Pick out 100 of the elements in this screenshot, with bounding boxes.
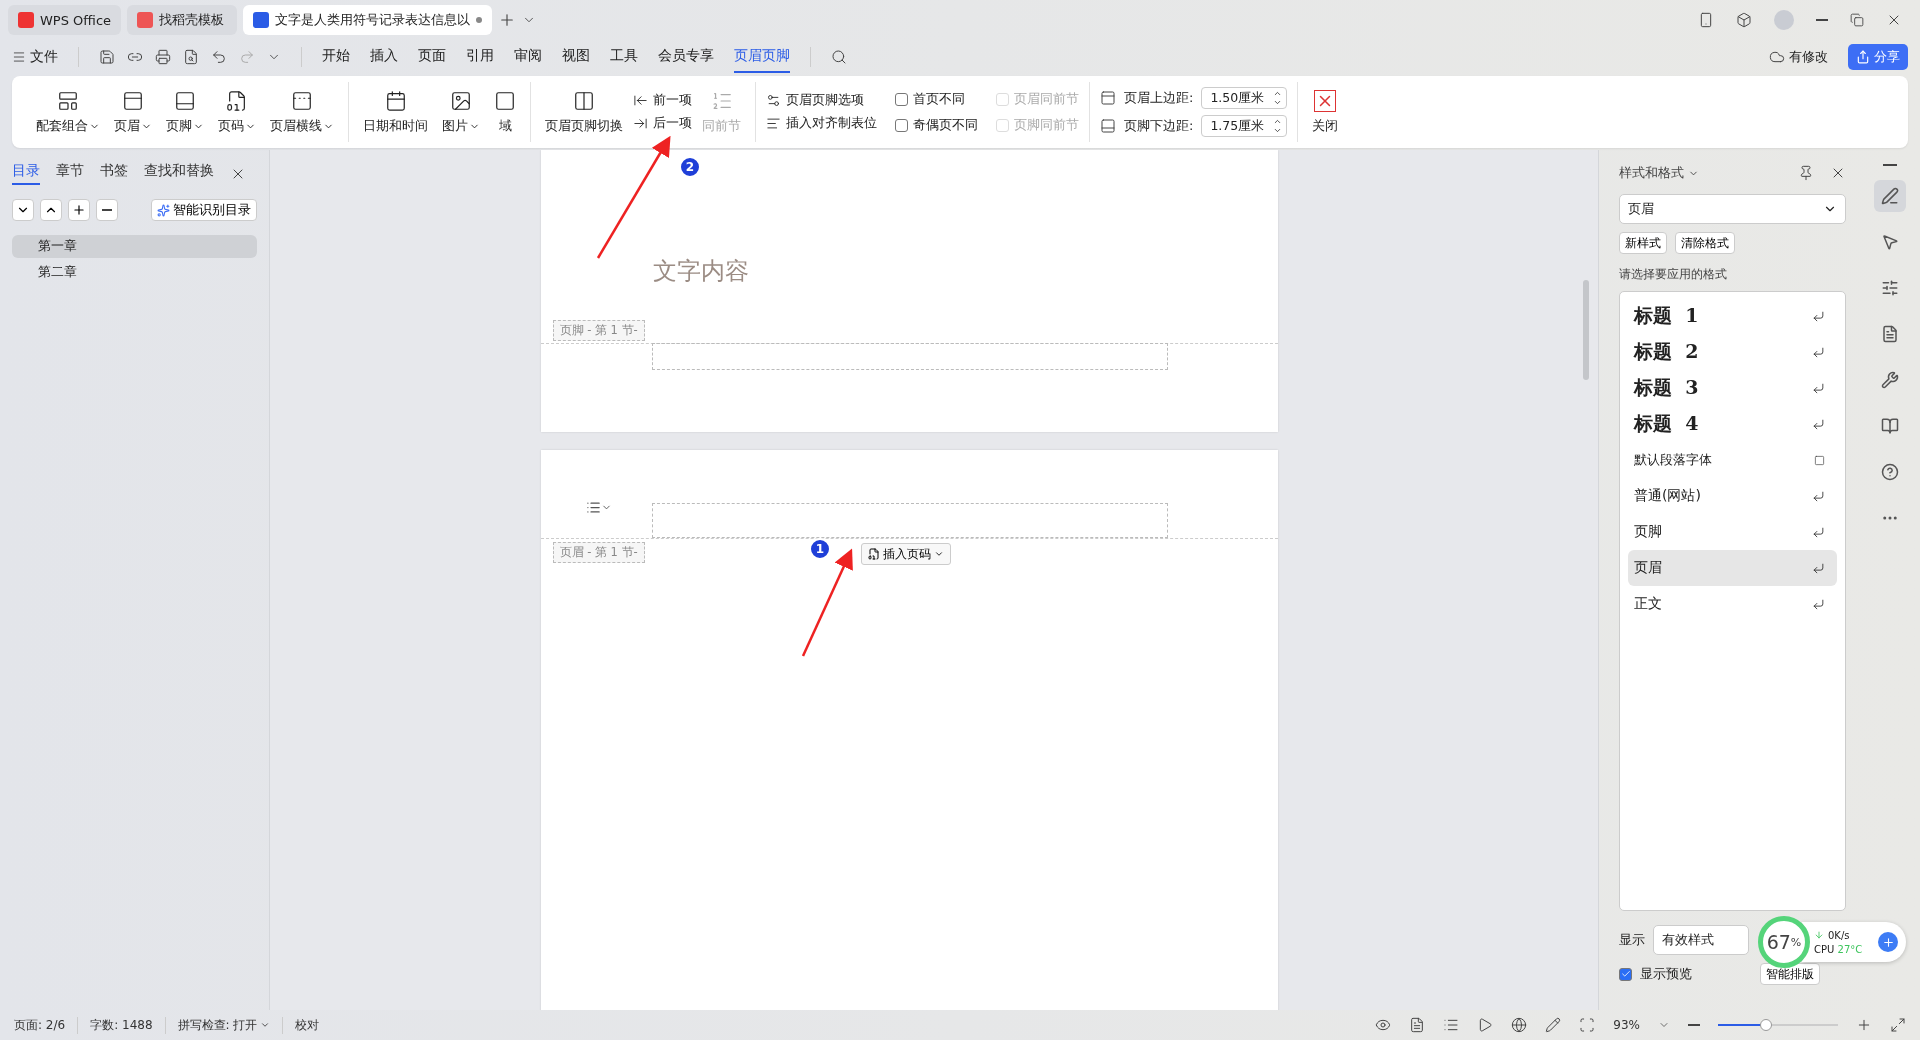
modified-status[interactable]: 有修改 — [1789, 48, 1828, 66]
pointer-icon[interactable] — [1881, 233, 1899, 251]
outline-item[interactable]: 第二章 — [12, 261, 257, 284]
switch-header-footer-button[interactable]: 页眉页脚切换 — [541, 89, 627, 135]
share-button[interactable]: 分享 — [1848, 44, 1908, 70]
sliders-icon[interactable] — [1881, 279, 1899, 297]
page-view-icon — [1409, 1017, 1426, 1033]
spell-check[interactable]: 拼写检查: 打开 — [177, 1016, 258, 1034]
style-item[interactable]: 标题 2 — [1628, 334, 1837, 370]
ribbon-tab[interactable]: 工具 — [610, 41, 638, 73]
proofread-link[interactable]: 校对 — [295, 1016, 320, 1034]
book-icon[interactable] — [1881, 417, 1899, 435]
ribbon-button[interactable]: 页眉横线 — [266, 89, 338, 135]
document-tab[interactable]: 文字是人类用符号记录表达信息以 — [243, 5, 493, 35]
ribbon-button[interactable]: 页眉 — [110, 89, 156, 135]
style-item[interactable]: 标题 4 — [1628, 406, 1837, 442]
zoom-slider[interactable] — [1718, 1019, 1838, 1031]
option-button[interactable]: 页眉页脚选项 — [766, 92, 877, 109]
file-menu[interactable]: 文件 — [30, 48, 58, 66]
tab-title: WPS Office — [40, 12, 112, 28]
close-button[interactable]: 关闭 — [1308, 89, 1343, 135]
ribbon-button[interactable]: 域 — [490, 89, 520, 135]
next-icon — [633, 116, 648, 131]
clear-format-button[interactable]: 清除格式 — [1675, 232, 1735, 254]
help-icon[interactable] — [1881, 463, 1899, 481]
paragraph-mark-icon — [1812, 417, 1825, 431]
ribbon-tab[interactable]: 会员专享 — [658, 41, 714, 73]
memory-gauge[interactable]: 67% — [1758, 916, 1810, 968]
nav-button[interactable]: 前一项 — [633, 92, 692, 109]
style-item[interactable]: 正文 — [1628, 586, 1837, 622]
spin-up-icon[interactable] — [1273, 89, 1283, 98]
switch-icon — [573, 89, 595, 112]
checkbox[interactable] — [1619, 967, 1632, 981]
style-item[interactable]: 页眉 — [1628, 550, 1837, 586]
panel-tab[interactable]: 书签 — [100, 162, 128, 185]
paragraph-mark-icon — [1812, 525, 1825, 539]
panel-tab[interactable]: 章节 — [56, 162, 84, 185]
panel-tab[interactable]: 目录 — [12, 162, 40, 185]
ribbon-button[interactable]: 配套组合 — [32, 89, 104, 135]
margin-input[interactable]: 1.75厘米 — [1201, 115, 1288, 137]
style-item[interactable]: 默认段落字体 — [1628, 442, 1837, 478]
spin-down-icon[interactable] — [1273, 98, 1283, 107]
document-tab[interactable]: WPS Office — [8, 5, 122, 35]
header-options-icon[interactable] — [585, 500, 612, 515]
spin-up-icon[interactable] — [1273, 117, 1283, 126]
footer-label: 页脚 - 第 1 节- — [552, 320, 645, 341]
show-label: 显示 — [1619, 931, 1645, 949]
insert-page-number-button[interactable]: 插入页码 — [860, 543, 951, 565]
margin-input[interactable]: 1.50厘米 — [1201, 87, 1288, 109]
check-icon — [1620, 969, 1631, 979]
zoom-level[interactable]: 93% — [1613, 1018, 1640, 1032]
system-monitor[interactable]: 0K/s CPU 27°C — [1802, 922, 1906, 962]
ribbon-tab[interactable]: 视图 — [562, 41, 590, 73]
style-item[interactable]: 标题 3 — [1628, 370, 1837, 406]
add-icon[interactable] — [1878, 932, 1898, 952]
ribbon-tab[interactable]: 开始 — [322, 41, 350, 73]
ribbon-tab[interactable]: 插入 — [370, 41, 398, 73]
checkbox[interactable] — [895, 118, 908, 132]
tools-icon[interactable] — [1881, 371, 1899, 389]
nav-button[interactable]: 后一项 — [633, 115, 692, 132]
new-style-button[interactable]: 新样式 — [1619, 232, 1667, 254]
scrollbar[interactable] — [1583, 280, 1589, 380]
checkbox[interactable] — [895, 92, 908, 106]
add-button[interactable] — [68, 199, 90, 221]
spin-down-icon[interactable] — [1273, 126, 1283, 135]
ribbon-button[interactable]: 日期和时间 — [359, 89, 432, 135]
ribbon-button[interactable]: 图片 — [438, 89, 484, 135]
style-item[interactable]: 页脚 — [1628, 514, 1837, 550]
ribbon-tab[interactable]: 引用 — [466, 41, 494, 73]
ribbon-button[interactable]: 页码 — [214, 89, 260, 135]
page-count: 页面: 2/6 — [14, 1016, 79, 1034]
style-item[interactable]: 普通(网站) — [1628, 478, 1837, 514]
tablet-icon — [1698, 12, 1714, 28]
ribbon-button[interactable]: 页脚 — [162, 89, 208, 135]
edit-icon[interactable] — [1881, 187, 1899, 205]
document-tab[interactable]: 找稻壳模板 — [127, 5, 238, 35]
ribbon-tab[interactable]: 审阅 — [514, 41, 542, 73]
style-dropdown[interactable]: 页眉 — [1619, 194, 1846, 224]
outline-item[interactable]: 第一章 — [12, 235, 257, 258]
ribbon-tab[interactable]: 页面 — [418, 41, 446, 73]
tab-stop-icon — [766, 116, 781, 131]
smart-layout-button[interactable]: 智能排版 — [1760, 963, 1820, 985]
paragraph-mark-icon — [1812, 381, 1825, 395]
paragraph-mark-icon — [1812, 489, 1825, 503]
option-checkbox[interactable]: 首页不同 — [895, 88, 978, 110]
ribbon-tab[interactable]: 页眉页脚 — [734, 41, 790, 73]
smart-toc-button[interactable]: 智能识别目录 — [151, 199, 257, 221]
show-dropdown[interactable]: 有效样式 — [1653, 925, 1749, 955]
network-speed: 0K/s — [1828, 929, 1850, 941]
next-button[interactable] — [12, 199, 34, 221]
pen-icon — [1545, 1017, 1562, 1033]
document-icon[interactable] — [1881, 325, 1899, 343]
field-icon — [494, 89, 516, 112]
remove-button[interactable] — [96, 199, 118, 221]
panel-tab[interactable]: 查找和替换 — [144, 162, 214, 185]
option-checkbox[interactable]: 奇偶页不同 — [895, 114, 978, 136]
option-button[interactable]: 插入对齐制表位 — [766, 115, 877, 132]
style-item[interactable]: 标题 1 — [1628, 298, 1837, 334]
slider-thumb[interactable] — [1760, 1019, 1772, 1031]
previous-button[interactable] — [40, 199, 62, 221]
